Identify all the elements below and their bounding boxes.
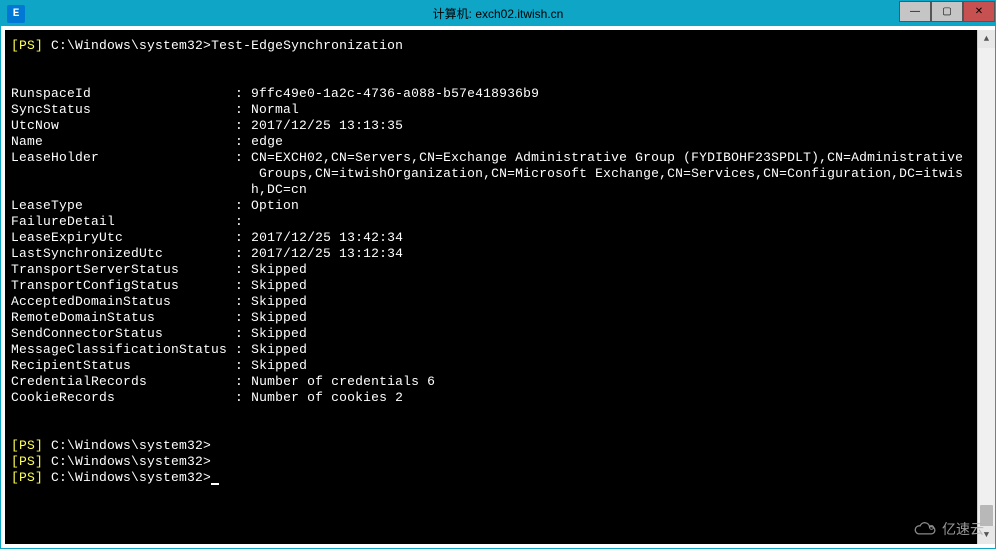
prompt-path: C:\Windows\system32> (51, 38, 211, 53)
field-value: Skipped (251, 326, 307, 341)
ps-tag: [PS] (11, 438, 43, 453)
field-value: edge (251, 134, 283, 149)
field-value: Skipped (251, 358, 307, 373)
field-value: Number of credentials 6 (251, 374, 435, 389)
field-value: Number of cookies 2 (251, 390, 403, 405)
scroll-up-arrow[interactable]: ▲ (978, 30, 995, 48)
field-value: Option (251, 198, 299, 213)
field-label: RecipientStatus (11, 358, 131, 373)
field-value: Normal (251, 102, 299, 117)
field-value: 2017/12/25 13:42:34 (251, 230, 403, 245)
close-button[interactable]: ✕ (963, 1, 995, 22)
field-label: TransportServerStatus (11, 262, 179, 277)
vertical-scrollbar[interactable]: ▲ ▼ (977, 30, 995, 544)
field-label: SendConnectorStatus (11, 326, 163, 341)
cursor (211, 483, 219, 485)
field-label: LastSynchronizedUtc (11, 246, 163, 261)
field-label: Name (11, 134, 43, 149)
field-label: TransportConfigStatus (11, 278, 179, 293)
field-label: RunspaceId (11, 86, 91, 101)
field-label: UtcNow (11, 118, 59, 133)
field-label: CredentialRecords (11, 374, 147, 389)
field-value: Skipped (251, 294, 307, 309)
field-value: CN=EXCH02,CN=Servers,CN=Exchange Adminis… (251, 150, 963, 165)
field-value: 2017/12/25 13:13:35 (251, 118, 403, 133)
ps-tag: [PS] (11, 38, 43, 53)
field-value: Skipped (251, 278, 307, 293)
field-value-cont: Groups,CN=itwishOrganization,CN=Microsof… (259, 166, 963, 181)
field-label: CookieRecords (11, 390, 115, 405)
field-label: MessageClassificationStatus (11, 342, 227, 357)
terminal[interactable]: [PS] C:\Windows\system32>Test-EdgeSynchr… (5, 30, 977, 544)
window-title: 计算机: exch02.itwish.cn (433, 5, 564, 22)
field-value: Skipped (251, 262, 307, 277)
field-value: 9ffc49e0-1a2c-4736-a088-b57e418936b9 (251, 86, 539, 101)
minimize-button[interactable]: — (899, 1, 931, 22)
application-window: E 计算机: exch02.itwish.cn — ▢ ✕ [PS] C:\Wi… (0, 0, 996, 549)
field-label: AcceptedDomainStatus (11, 294, 171, 309)
maximize-button[interactable]: ▢ (931, 1, 963, 22)
titlebar[interactable]: E 计算机: exch02.itwish.cn — ▢ ✕ (1, 1, 995, 26)
window-controls: — ▢ ✕ (899, 1, 995, 22)
field-value-cont: h,DC=cn (251, 182, 307, 197)
ps-tag: [PS] (11, 470, 43, 485)
prompt-path: C:\Windows\system32> (51, 470, 211, 485)
prompt-path: C:\Windows\system32> (51, 438, 211, 453)
field-label: SyncStatus (11, 102, 91, 117)
ps-tag: [PS] (11, 454, 43, 469)
prompt-path: C:\Windows\system32> (51, 454, 211, 469)
field-label: FailureDetail (11, 214, 115, 229)
field-value: Skipped (251, 342, 307, 357)
field-label: LeaseHolder (11, 150, 99, 165)
field-label: LeaseExpiryUtc (11, 230, 123, 245)
command-text: Test-EdgeSynchronization (211, 38, 403, 53)
field-value: Skipped (251, 310, 307, 325)
field-label: RemoteDomainStatus (11, 310, 155, 325)
field-label: LeaseType (11, 198, 83, 213)
app-icon: E (7, 5, 25, 23)
terminal-area: [PS] C:\Windows\system32>Test-EdgeSynchr… (1, 26, 995, 548)
field-value: 2017/12/25 13:12:34 (251, 246, 403, 261)
scroll-down-arrow[interactable]: ▼ (978, 526, 995, 544)
